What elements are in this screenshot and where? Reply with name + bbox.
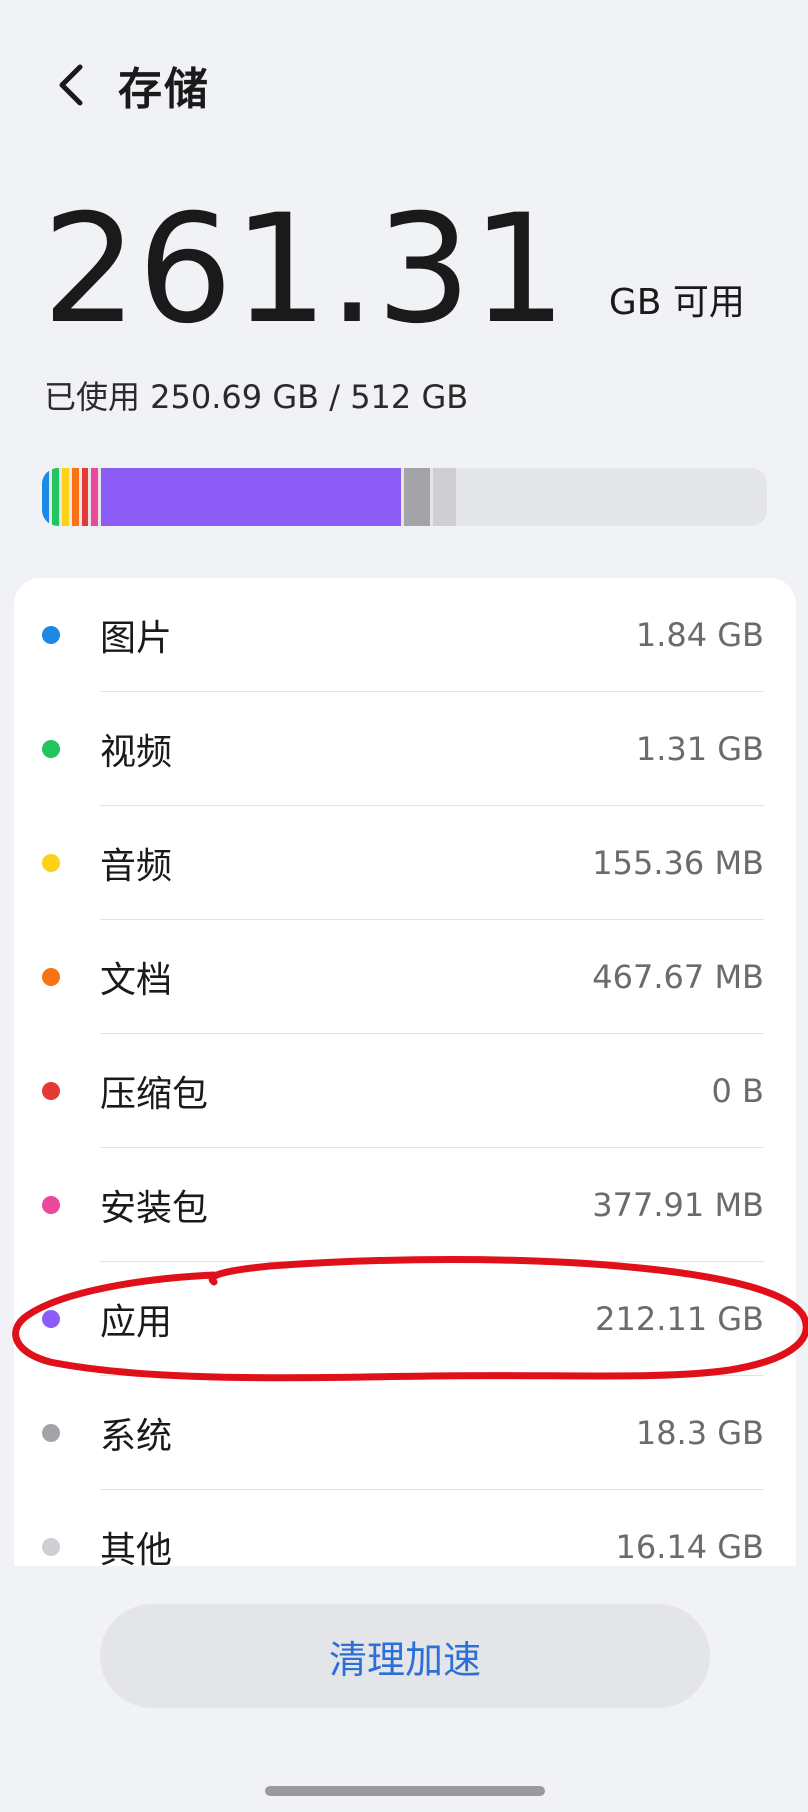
storage-segment-7 xyxy=(404,468,431,526)
category-label: 视频 xyxy=(100,732,173,773)
category-color-dot xyxy=(42,740,60,758)
list-item[interactable]: 应用 212.11 GB xyxy=(14,1262,796,1376)
category-color-dot xyxy=(42,1538,60,1556)
category-label: 应用 xyxy=(100,1302,173,1343)
category-color-dot xyxy=(42,1196,60,1214)
list-item[interactable]: 安装包 377.91 MB xyxy=(14,1148,796,1262)
category-size: 212.11 GB xyxy=(595,1300,764,1338)
list-item[interactable]: 系统 18.3 GB xyxy=(14,1376,796,1490)
available-unit: GB 可用 xyxy=(608,282,745,323)
category-color-dot xyxy=(42,626,60,644)
category-color-dot xyxy=(42,1310,60,1328)
category-list: 图片 1.84 GB 视频 1.31 GB 音频 155.36 MB 文档 467.67 MB… xyxy=(14,578,796,1566)
category-size: 0 B xyxy=(711,1072,764,1110)
category-color-dot xyxy=(42,854,60,872)
home-indicator[interactable] xyxy=(265,1786,545,1796)
list-item[interactable]: 视频 1.31 GB xyxy=(14,692,796,806)
storage-segment-1 xyxy=(52,468,59,526)
category-size: 16.14 GB xyxy=(615,1528,764,1566)
category-label: 音频 xyxy=(100,846,173,887)
category-size: 18.3 GB xyxy=(635,1414,764,1452)
storage-segment-8 xyxy=(433,468,457,526)
category-size: 377.91 MB xyxy=(592,1186,764,1224)
used-text: 已使用 250.69 GB / 512 GB xyxy=(44,378,469,416)
list-item[interactable]: 音频 155.36 MB xyxy=(14,806,796,920)
storage-usage-bar xyxy=(42,468,767,526)
category-size: 1.31 GB xyxy=(635,730,764,768)
storage-page: 存储 261.31 GB 可用 已使用 250.69 GB / 512 GB 图… xyxy=(0,0,808,1812)
page-title: 存储 xyxy=(118,64,210,115)
storage-segment-3 xyxy=(72,468,79,526)
category-label: 文档 xyxy=(100,960,173,1001)
chevron-left-icon xyxy=(59,64,83,106)
list-item[interactable]: 其他 16.14 GB xyxy=(14,1490,796,1566)
back-button[interactable] xyxy=(42,55,102,115)
category-label: 安装包 xyxy=(100,1188,209,1229)
category-size: 467.67 MB xyxy=(592,958,764,996)
storage-summary: 261.31 GB 可用 xyxy=(42,195,745,345)
category-color-dot xyxy=(42,1082,60,1100)
list-item[interactable]: 文档 467.67 MB xyxy=(14,920,796,1034)
storage-segment-2 xyxy=(62,468,69,526)
storage-segment-5 xyxy=(91,468,98,526)
category-size: 155.36 MB xyxy=(592,844,764,882)
header: 存储 xyxy=(0,40,808,130)
category-size: 1.84 GB xyxy=(635,616,764,654)
category-label: 系统 xyxy=(100,1416,173,1457)
available-value: 261.31 xyxy=(42,183,567,357)
storage-segment-6 xyxy=(101,468,402,526)
category-label: 压缩包 xyxy=(100,1074,209,1115)
storage-segment-4 xyxy=(82,468,88,526)
category-color-dot xyxy=(42,968,60,986)
category-label: 其他 xyxy=(100,1530,173,1566)
list-item[interactable]: 图片 1.84 GB xyxy=(14,578,796,692)
category-label: 图片 xyxy=(100,618,173,659)
storage-segment-0 xyxy=(42,468,49,526)
clean-accelerate-button[interactable]: 清理加速 xyxy=(100,1604,710,1708)
category-color-dot xyxy=(42,1424,60,1442)
list-item[interactable]: 压缩包 0 B xyxy=(14,1034,796,1148)
